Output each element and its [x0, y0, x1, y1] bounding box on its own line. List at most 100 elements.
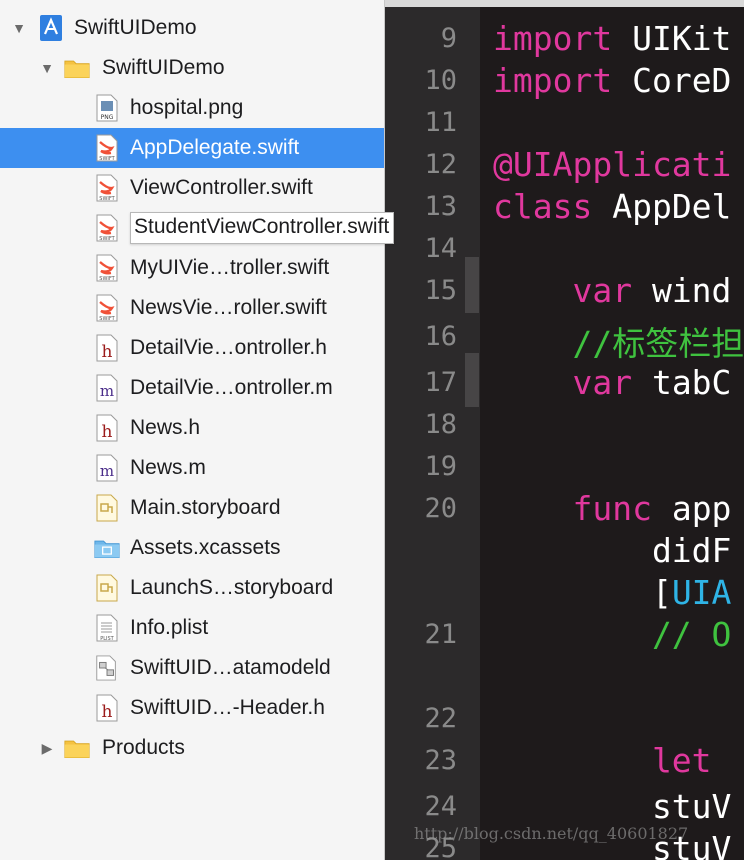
line-number: 10 — [424, 65, 457, 96]
navigator-file-row[interactable]: PLIST Info.plist — [0, 608, 384, 648]
code-line[interactable]: //标签栏担 — [493, 317, 744, 365]
line-number: 22 — [424, 703, 457, 734]
navigator-item-label: ViewController.swift — [130, 176, 313, 199]
code-editor[interactable]: 9 10 11 12 13 14 15 16 17 18 19 20 21 22 23 24 25 import… — [385, 0, 744, 860]
navigator-file-row[interactable]: SWIFT MyUIVie…troller.swift — [0, 248, 384, 288]
swift-file-icon: SWIFT — [94, 293, 120, 323]
plist-file-icon: PLIST — [94, 613, 120, 643]
navigator-item-label: MyUIVie…troller.swift — [130, 256, 330, 279]
navigator-file-row[interactable]: SWIFT StudentViewController.swift — [0, 208, 395, 248]
line-number: 21 — [424, 619, 457, 650]
svg-text:m: m — [100, 462, 114, 480]
svg-text:SWIFT: SWIFT — [99, 236, 115, 242]
navigator-item-label: NewsVie…roller.swift — [130, 296, 327, 319]
navigator-file-row[interactable]: h News.h — [0, 408, 384, 448]
navigator-item-label: DetailVie…ontroller.h — [130, 336, 327, 359]
svg-text:h: h — [102, 702, 113, 722]
navigator-item-label: SwiftUIDemo — [102, 56, 225, 79]
swift-file-icon: SWIFT — [94, 213, 120, 243]
svg-text:SWIFT: SWIFT — [99, 276, 115, 282]
svg-text:SWIFT: SWIFT — [99, 196, 115, 202]
watermark: http://blog.csdn.net/qq_40601827 — [414, 824, 689, 843]
code-line[interactable]: class AppDel — [493, 187, 731, 226]
code-line[interactable]: func app — [493, 489, 731, 528]
assets-folder-icon — [94, 533, 120, 563]
line-number: 16 — [424, 321, 457, 352]
navigator-item-label: hospital.png — [130, 96, 244, 119]
line-number: 12 — [424, 149, 457, 180]
navigator-item-label: DetailVie…ontroller.m — [130, 376, 333, 399]
objc-file-icon: m — [94, 453, 120, 483]
svg-text:PNG: PNG — [101, 114, 114, 121]
navigator-file-row[interactable]: h DetailVie…ontroller.h — [0, 328, 384, 368]
code-line[interactable]: // O — [493, 615, 731, 654]
line-number: 11 — [424, 107, 457, 138]
change-bar — [465, 353, 479, 407]
navigator-file-row[interactable]: SwiftUID…atamodeld — [0, 648, 384, 688]
svg-text:h: h — [102, 342, 113, 362]
line-number: 24 — [424, 791, 457, 822]
navigator-item-label: News.m — [130, 456, 206, 479]
navigator-item-label: Info.plist — [130, 616, 209, 639]
code-line[interactable]: var tabC — [493, 363, 731, 402]
disclosure-expanded-icon[interactable]: ▼ — [38, 59, 56, 77]
navigator-item-label: LaunchS…storyboard — [130, 576, 334, 599]
swift-file-icon: SWIFT — [94, 133, 120, 163]
objc-file-icon: m — [94, 373, 120, 403]
code-line[interactable]: [UIA — [493, 573, 731, 612]
line-number: 17 — [424, 367, 457, 398]
code-line[interactable]: didF — [493, 531, 731, 570]
navigator-project-row[interactable]: ▼ SwiftUIDemo — [0, 8, 384, 48]
code-line[interactable]: stuV — [493, 787, 731, 826]
line-number-gutter: 9 10 11 12 13 14 15 16 17 18 19 20 21 22 23 24 25 — [385, 7, 480, 860]
navigator-file-row[interactable]: PNG hospital.png — [0, 88, 384, 128]
navigator-group-row[interactable]: ▼ SwiftUIDemo — [0, 48, 384, 88]
line-number: 18 — [424, 409, 457, 440]
navigator-item-label: AppDelegate.swift — [130, 136, 300, 159]
svg-text:SWIFT: SWIFT — [99, 316, 115, 322]
navigator-file-row[interactable]: Assets.xcassets — [0, 528, 384, 568]
storyboard-file-icon — [94, 573, 120, 603]
svg-text:SWIFT: SWIFT — [99, 156, 115, 162]
line-number: 9 — [440, 23, 457, 54]
line-number: 19 — [424, 451, 457, 482]
navigator-file-row[interactable]: h SwiftUID…-Header.h — [0, 688, 384, 728]
navigator-item-label: News.h — [130, 416, 201, 439]
navigator-item-label: SwiftUID…-Header.h — [130, 696, 325, 719]
png-file-icon: PNG — [94, 93, 120, 123]
code-line[interactable]: var wind — [493, 271, 731, 310]
code-line[interactable]: import UIKit — [493, 19, 731, 58]
project-navigator: ▼ SwiftUIDemo ▼ SwiftUIDemo PNG hospital.png S… — [0, 0, 395, 860]
navigator-item-label: Main.storyboard — [130, 496, 281, 519]
swift-file-icon: SWIFT — [94, 253, 120, 283]
navigator-file-row[interactable]: m DetailVie…ontroller.m — [0, 368, 384, 408]
storyboard-file-icon — [94, 493, 120, 523]
change-bar — [465, 257, 479, 313]
disclosure-collapsed-icon[interactable]: ▶ — [38, 739, 56, 757]
code-line[interactable]: @UIApplicati — [493, 145, 731, 184]
navigator-file-row[interactable]: m News.m — [0, 448, 384, 488]
code-line[interactable]: import CoreD — [493, 61, 731, 100]
datamodel-file-icon — [94, 653, 120, 683]
line-number: 20 — [424, 493, 457, 524]
header-file-icon: h — [94, 333, 120, 363]
navigator-file-row[interactable]: SWIFT ViewController.swift — [0, 168, 384, 208]
swift-file-icon: SWIFT — [94, 173, 120, 203]
navigator-item-label: SwiftUID…atamodeld — [130, 656, 331, 679]
folder-icon — [64, 733, 90, 763]
line-number: 15 — [424, 275, 457, 306]
navigator-file-row[interactable]: Main.storyboard — [0, 488, 384, 528]
navigator-item-label: Products — [102, 736, 185, 759]
line-number: 14 — [424, 233, 457, 264]
header-file-icon: h — [94, 693, 120, 723]
disclosure-expanded-icon[interactable]: ▼ — [10, 19, 28, 37]
navigator-products-row[interactable]: ▶ Products — [0, 728, 384, 768]
xcode-project-icon — [38, 13, 64, 43]
navigator-file-row[interactable]: SWIFT AppDelegate.swift — [0, 128, 384, 168]
navigator-file-row[interactable]: LaunchS…storyboard — [0, 568, 384, 608]
svg-text:h: h — [102, 422, 113, 442]
code-line[interactable]: let — [493, 741, 712, 780]
navigator-file-row[interactable]: SWIFT NewsVie…roller.swift — [0, 288, 384, 328]
editor-top-strip — [385, 0, 744, 7]
folder-icon — [64, 53, 90, 83]
